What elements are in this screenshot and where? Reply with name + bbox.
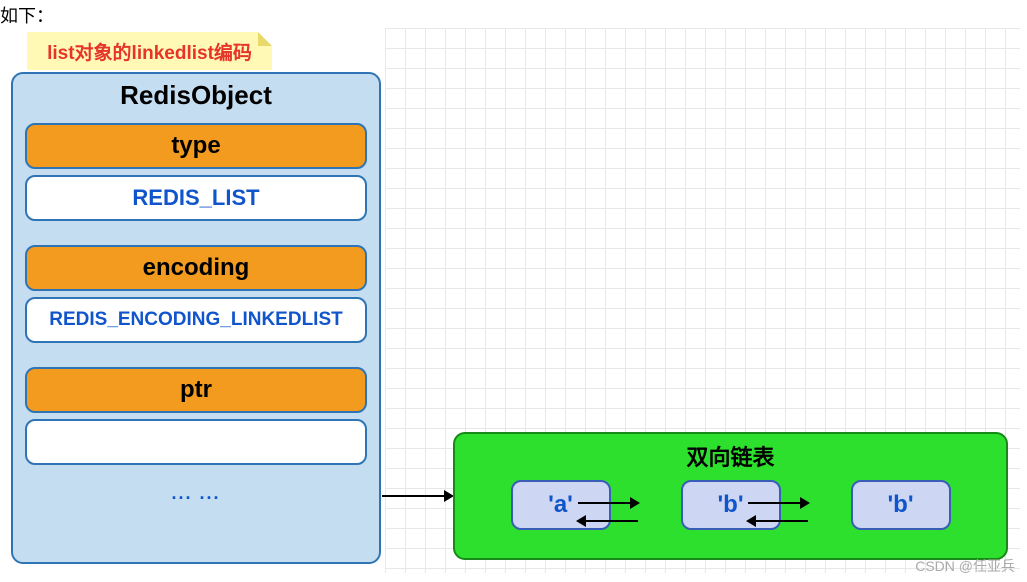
sticky-note: list对象的linkedlist编码 — [27, 32, 272, 70]
encoding-header: encoding — [25, 245, 367, 291]
ptr-value — [25, 419, 367, 465]
watermark: CSDN @任亚兵 — [915, 556, 1015, 576]
redis-title: RedisObject — [13, 74, 379, 117]
type-header: type — [25, 123, 367, 169]
node-b2: 'b' — [851, 480, 951, 530]
top-fragment-text: 如下： — [0, 2, 54, 28]
arrow-a-to-b1 — [578, 502, 638, 504]
arrow-b1-to-a — [578, 520, 638, 522]
nodes-container: 'a' 'b' 'b' — [455, 480, 1006, 530]
linked-list-title: 双向链表 — [455, 434, 1006, 474]
arrow-b1-to-b2 — [748, 502, 808, 504]
linked-list-box: 双向链表 'a' 'b' 'b' — [453, 432, 1008, 560]
type-value: REDIS_LIST — [25, 175, 367, 221]
node-a: 'a' — [511, 480, 611, 530]
encoding-value: REDIS_ENCODING_LINKEDLIST — [25, 297, 367, 343]
arrow-b2-to-b1 — [748, 520, 808, 522]
redis-object-box: RedisObject type REDIS_LIST encoding RED… — [11, 72, 381, 564]
redis-dots: ... ... — [13, 483, 379, 504]
ptr-arrow — [382, 495, 452, 497]
node-b1: 'b' — [681, 480, 781, 530]
sticky-label: list对象的linkedlist编码 — [47, 38, 252, 65]
ptr-header: ptr — [25, 367, 367, 413]
